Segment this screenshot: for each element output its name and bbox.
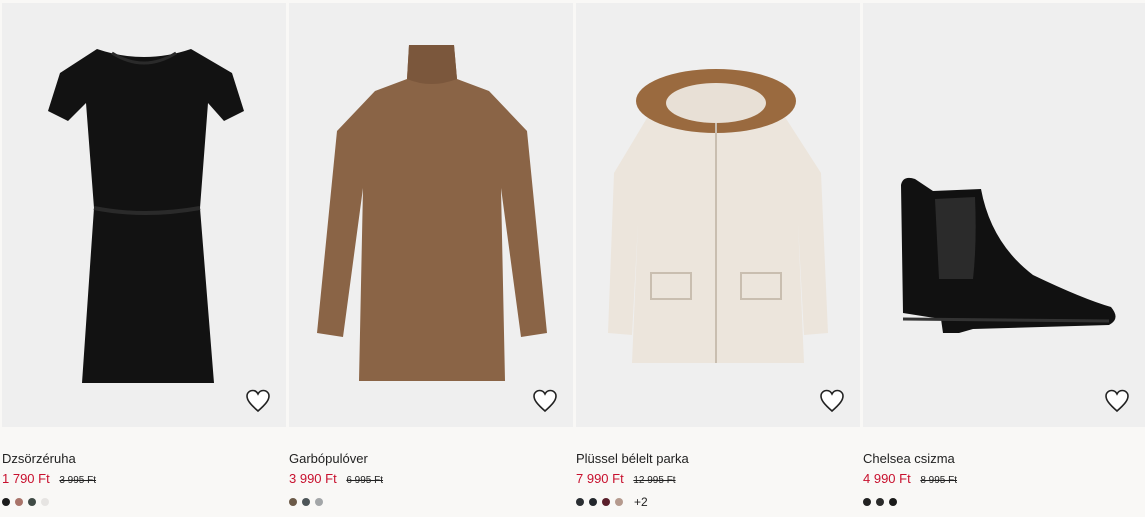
product-image[interactable] — [289, 3, 573, 427]
product-prices: 7 990 Ft 12 995 Ft — [576, 470, 860, 488]
color-swatch[interactable] — [2, 498, 10, 506]
heart-outline-icon — [246, 389, 270, 413]
heart-outline-icon — [1105, 389, 1129, 413]
color-swatch[interactable] — [889, 498, 897, 506]
color-swatch[interactable] — [615, 498, 623, 506]
favorite-button[interactable] — [1103, 387, 1131, 415]
product-prices: 4 990 Ft 8 995 Ft — [863, 470, 1145, 488]
product-title[interactable]: Plüssel bélelt parka — [576, 450, 860, 468]
original-price: 8 995 Ft — [920, 475, 958, 486]
sale-price: 1 790 Ft — [2, 471, 50, 486]
product-card[interactable]: Chelsea csizma 4 990 Ft 8 995 Ft — [863, 0, 1145, 517]
product-grid: Dzsörzéruha 1 790 Ft 3 995 Ft Garbópulóv… — [0, 0, 1145, 517]
original-price: 3 995 Ft — [59, 475, 97, 486]
product-prices: 3 990 Ft 6 995 Ft — [289, 470, 573, 488]
sweater-image — [317, 45, 547, 381]
color-swatch[interactable] — [302, 498, 310, 506]
favorite-button[interactable] — [244, 387, 272, 415]
color-swatches: +2 — [576, 495, 860, 509]
color-swatch[interactable] — [41, 498, 49, 506]
product-info: Dzsörzéruha 1 790 Ft 3 995 Ft — [2, 450, 286, 508]
product-card[interactable]: Plüssel bélelt parka 7 990 Ft 12 995 Ft … — [576, 0, 860, 517]
color-swatch[interactable] — [876, 498, 884, 506]
product-title[interactable]: Garbópulóver — [289, 450, 573, 468]
boot-image — [901, 177, 1116, 333]
product-title[interactable]: Dzsörzéruha — [2, 450, 286, 468]
color-swatches — [2, 496, 286, 508]
sale-price: 3 990 Ft — [289, 471, 337, 486]
product-image[interactable] — [576, 3, 860, 427]
product-card[interactable]: Garbópulóver 3 990 Ft 6 995 Ft — [289, 0, 573, 517]
color-swatch[interactable] — [28, 498, 36, 506]
color-swatches — [863, 496, 1145, 508]
original-price: 6 995 Ft — [346, 475, 384, 486]
favorite-button[interactable] — [818, 387, 846, 415]
heart-outline-icon — [820, 389, 844, 413]
product-title[interactable]: Chelsea csizma — [863, 450, 1145, 468]
sale-price: 4 990 Ft — [863, 471, 911, 486]
product-prices: 1 790 Ft 3 995 Ft — [2, 470, 286, 488]
color-swatch[interactable] — [15, 498, 23, 506]
product-image[interactable] — [863, 3, 1145, 427]
color-swatch[interactable] — [315, 498, 323, 506]
color-swatches — [289, 496, 573, 508]
color-swatch[interactable] — [863, 498, 871, 506]
product-info: Garbópulóver 3 990 Ft 6 995 Ft — [289, 450, 573, 508]
sale-price: 7 990 Ft — [576, 471, 624, 486]
product-info: Chelsea csizma 4 990 Ft 8 995 Ft — [863, 450, 1145, 508]
color-swatch[interactable] — [289, 498, 297, 506]
original-price: 12 995 Ft — [633, 475, 676, 486]
more-colors-count: +2 — [634, 495, 648, 509]
color-swatch[interactable] — [602, 498, 610, 506]
product-image[interactable] — [2, 3, 286, 427]
product-info: Plüssel bélelt parka 7 990 Ft 12 995 Ft … — [576, 450, 860, 509]
heart-outline-icon — [533, 389, 557, 413]
product-card[interactable]: Dzsörzéruha 1 790 Ft 3 995 Ft — [2, 0, 286, 517]
color-swatch[interactable] — [576, 498, 584, 506]
dress-image — [48, 49, 244, 383]
favorite-button[interactable] — [531, 387, 559, 415]
color-swatch[interactable] — [589, 498, 597, 506]
parka-image — [608, 69, 828, 363]
